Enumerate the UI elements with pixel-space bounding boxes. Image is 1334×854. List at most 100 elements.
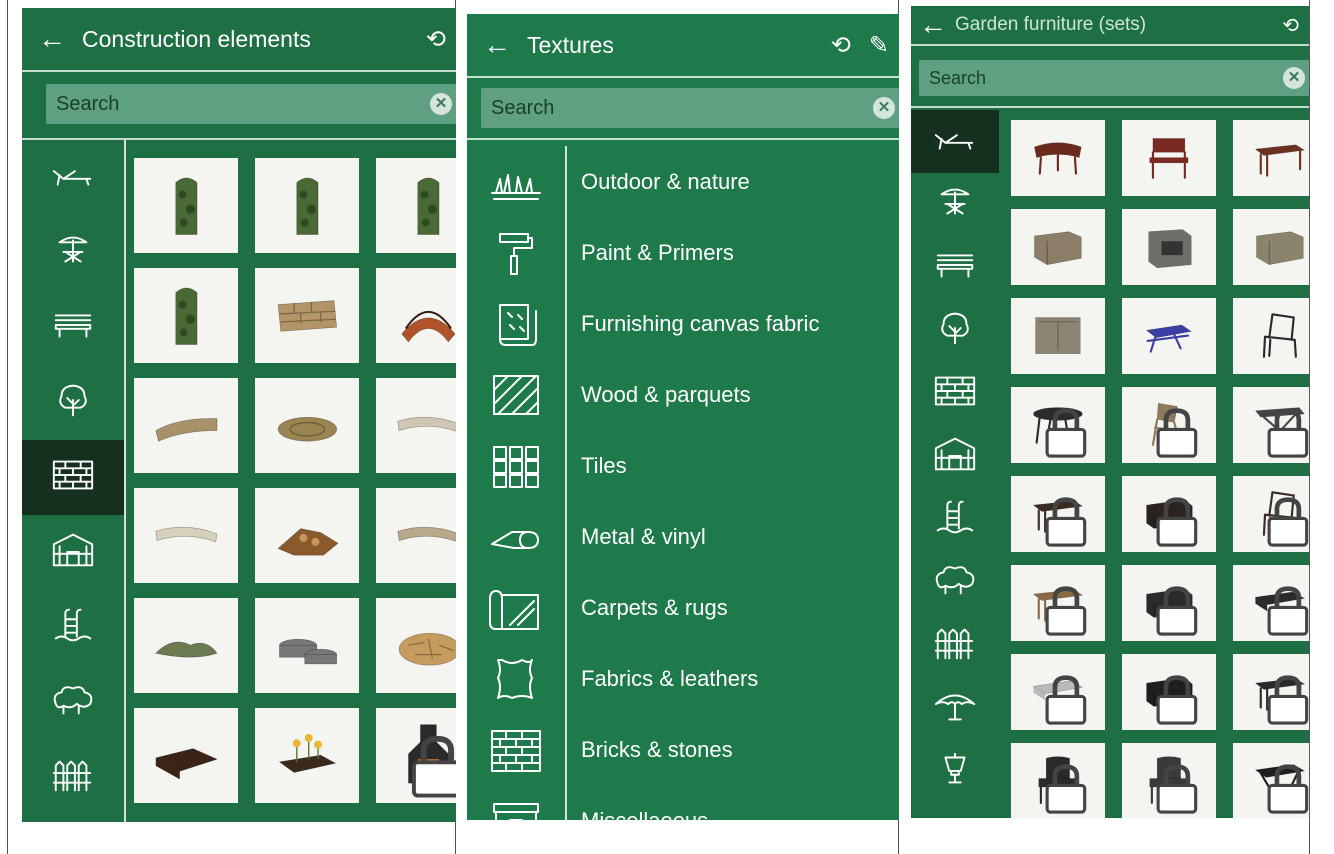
item-tile[interactable] xyxy=(255,378,359,473)
item-tile[interactable] xyxy=(1233,476,1309,552)
category-bench[interactable] xyxy=(911,236,999,299)
kitchen-cabinet-icon xyxy=(1011,298,1105,374)
column-divider xyxy=(1309,0,1310,854)
item-tile[interactable] xyxy=(134,378,238,473)
category-parasol-table[interactable] xyxy=(911,173,999,236)
item-tile[interactable] xyxy=(255,488,359,583)
item-tile[interactable] xyxy=(1233,298,1309,374)
item-tile[interactable] xyxy=(1122,565,1216,641)
panel-header: ← Garden furniture (sets) ⟲ xyxy=(911,6,1309,46)
texture-category-row[interactable]: Tiles xyxy=(467,430,899,501)
search-input[interactable]: Search ✕ xyxy=(481,88,899,128)
texture-category-label: Miscellaeous xyxy=(581,807,709,821)
category-fence[interactable] xyxy=(911,614,999,677)
item-tile[interactable] xyxy=(1122,209,1216,285)
category-lamp[interactable] xyxy=(911,740,999,803)
category-bushes[interactable] xyxy=(911,551,999,614)
back-arrow-icon[interactable]: ← xyxy=(22,25,82,53)
clear-icon[interactable]: ✕ xyxy=(873,97,895,119)
history-icon[interactable]: ⟲ xyxy=(426,25,446,54)
texture-category-row[interactable]: Fabrics & leathers xyxy=(467,643,899,714)
item-tile[interactable] xyxy=(1233,209,1309,285)
item-tile[interactable] xyxy=(1122,387,1216,463)
back-arrow-icon[interactable]: ← xyxy=(911,11,955,39)
divider xyxy=(467,138,899,140)
item-tile[interactable] xyxy=(1233,654,1309,730)
item-tile[interactable] xyxy=(1011,120,1105,196)
clear-icon[interactable]: ✕ xyxy=(1283,67,1305,89)
history-icon[interactable]: ⟲ xyxy=(1282,13,1299,38)
category-tree[interactable] xyxy=(22,365,124,440)
texture-category-row[interactable]: Bricks & stones xyxy=(467,714,899,785)
item-tile[interactable] xyxy=(376,378,456,473)
divider xyxy=(911,106,1309,108)
category-brick-wall[interactable] xyxy=(22,440,124,515)
picnic-table-icon xyxy=(1122,298,1216,374)
history-icon[interactable]: ⟲ xyxy=(831,31,851,60)
item-tile[interactable] xyxy=(1233,387,1309,463)
item-tile[interactable] xyxy=(1011,565,1105,641)
category-pool-ladder[interactable] xyxy=(911,488,999,551)
item-tile[interactable] xyxy=(1122,654,1216,730)
search-input[interactable]: Search ✕ xyxy=(46,84,456,124)
item-tile[interactable] xyxy=(1011,476,1105,552)
item-tile[interactable] xyxy=(1233,565,1309,641)
item-tile[interactable] xyxy=(1122,476,1216,552)
back-arrow-icon[interactable]: ← xyxy=(467,31,527,59)
category-greenhouse[interactable] xyxy=(22,515,124,590)
item-tile[interactable] xyxy=(376,488,456,583)
texture-category-row[interactable]: Miscellaeous xyxy=(467,785,899,820)
category-lounger[interactable] xyxy=(911,110,999,173)
eyedropper-icon[interactable]: ✎ xyxy=(869,31,889,60)
item-tile[interactable] xyxy=(1011,209,1105,285)
item-tile[interactable] xyxy=(255,268,359,363)
item-tile[interactable] xyxy=(1011,743,1105,818)
item-tile[interactable] xyxy=(376,268,456,363)
item-tile[interactable] xyxy=(376,158,456,253)
texture-category-row[interactable]: Paint & Primers xyxy=(467,217,899,288)
search-placeholder: Search xyxy=(929,67,987,88)
item-tile[interactable] xyxy=(376,598,456,693)
texture-category-label: Fabrics & leathers xyxy=(581,665,759,691)
texture-category-row[interactable]: Metal & vinyl xyxy=(467,501,899,572)
grass-icon xyxy=(467,159,565,205)
item-tile[interactable] xyxy=(255,158,359,253)
item-tile[interactable] xyxy=(376,708,456,803)
category-fence[interactable] xyxy=(22,740,124,815)
item-tile[interactable] xyxy=(1011,654,1105,730)
tree-icon xyxy=(50,382,96,423)
item-tile[interactable] xyxy=(1011,298,1105,374)
item-tile[interactable] xyxy=(134,158,238,253)
search-input[interactable]: Search ✕ xyxy=(919,60,1309,96)
greenhouse-icon xyxy=(50,532,96,573)
texture-category-row[interactable]: Carpets & rugs xyxy=(467,572,899,643)
item-tile[interactable] xyxy=(1233,120,1309,196)
category-bushes[interactable] xyxy=(22,665,124,740)
item-tile[interactable] xyxy=(134,598,238,693)
item-tile[interactable] xyxy=(255,708,359,803)
round-stone-pavement-icon xyxy=(255,378,359,473)
category-brick-wall[interactable] xyxy=(911,362,999,425)
item-tile[interactable] xyxy=(134,268,238,363)
item-tile[interactable] xyxy=(1233,743,1309,818)
item-tile[interactable] xyxy=(1011,387,1105,463)
item-tile[interactable] xyxy=(1122,120,1216,196)
item-tile[interactable] xyxy=(255,598,359,693)
item-tile[interactable] xyxy=(134,708,238,803)
category-lounger[interactable] xyxy=(22,140,124,215)
clear-icon[interactable]: ✕ xyxy=(430,93,452,115)
vinyl-roll-icon xyxy=(467,514,565,560)
item-tile[interactable] xyxy=(1122,743,1216,818)
item-tile[interactable] xyxy=(1122,298,1216,374)
texture-category-row[interactable]: Wood & parquets xyxy=(467,359,899,430)
category-bench[interactable] xyxy=(22,290,124,365)
category-pool-ladder[interactable] xyxy=(22,590,124,665)
brick-wall-icon xyxy=(932,373,978,414)
item-tile[interactable] xyxy=(134,488,238,583)
texture-category-row[interactable]: Outdoor & nature xyxy=(467,146,899,217)
category-parasol-table[interactable] xyxy=(22,215,124,290)
category-parasol[interactable] xyxy=(911,677,999,740)
category-greenhouse[interactable] xyxy=(911,425,999,488)
texture-category-row[interactable]: Furnishing canvas fabric xyxy=(467,288,899,359)
category-tree[interactable] xyxy=(911,299,999,362)
